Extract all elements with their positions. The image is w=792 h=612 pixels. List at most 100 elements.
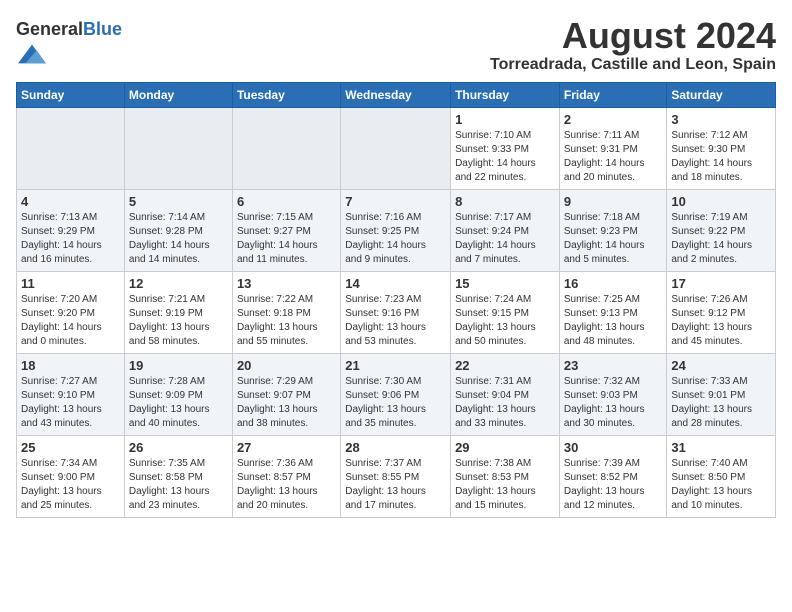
calendar-cell: 9 Sunrise: 7:18 AMSunset: 9:23 PMDaylight… [559, 189, 667, 271]
calendar-cell: 1 Sunrise: 7:10 AMSunset: 9:33 PMDaylight… [451, 107, 560, 189]
day-of-week-header: Monday [124, 82, 232, 107]
logo-blue-text: Blue [83, 19, 122, 39]
day-info: Sunrise: 7:23 AMSunset: 9:16 PMDaylight:… [345, 293, 446, 349]
day-number: 12 [129, 276, 228, 291]
day-number: 22 [455, 358, 555, 373]
calendar-cell: 26Sunrise: 7:35 AMSunset: 8:58 PMDayligh… [124, 435, 232, 517]
calendar-cell: 21Sunrise: 7:30 AMSunset: 9:06 PMDayligh… [341, 353, 451, 435]
calendar-cell: 22 Sunrise: 7:31 AMSunset: 9:04 PMDayligh… [451, 353, 560, 435]
calendar-cell: 23Sunrise: 7:32 AMSunset: 9:03 PMDayligh… [559, 353, 667, 435]
day-info: Sunrise: 7:24 AMSunset: 9:15 PMDaylight:… [455, 293, 555, 349]
calendar-cell [124, 107, 232, 189]
calendar-cell: 16 Sunrise: 7:25 AMSunset: 9:13 PMDayligh… [559, 271, 667, 353]
day-info: Sunrise: 7:19 AMSunset: 9:22 PMDaylight:… [671, 211, 771, 267]
day-number: 19 [129, 358, 228, 373]
day-number: 28 [345, 440, 446, 455]
logo-icon [18, 40, 46, 68]
calendar-cell: 5Sunrise: 7:14 AMSunset: 9:28 PMDaylight… [124, 189, 232, 271]
day-info: Sunrise: 7:28 AMSunset: 9:09 PMDaylight:… [129, 375, 228, 431]
calendar-cell: 10 Sunrise: 7:19 AMSunset: 9:22 PMDayligh… [667, 189, 776, 271]
day-info: Sunrise: 7:12 AMSunset: 9:30 PMDaylight:… [671, 129, 771, 185]
day-info: Sunrise: 7:26 AMSunset: 9:12 PMDaylight:… [671, 293, 771, 349]
calendar-cell [17, 107, 125, 189]
day-number: 5 [129, 194, 228, 209]
calendar-cell [232, 107, 340, 189]
day-number: 17 [671, 276, 771, 291]
day-number: 16 [564, 276, 663, 291]
day-number: 29 [455, 440, 555, 455]
calendar-cell: 30Sunrise: 7:39 AMSunset: 8:52 PMDayligh… [559, 435, 667, 517]
day-number: 9 [564, 194, 663, 209]
day-number: 24 [671, 358, 771, 373]
day-info: Sunrise: 7:22 AMSunset: 9:18 PMDaylight:… [237, 293, 336, 349]
day-number: 20 [237, 358, 336, 373]
calendar-week-row: 25Sunrise: 7:34 AMSunset: 9:00 PMDayligh… [17, 435, 776, 517]
day-number: 10 [671, 194, 771, 209]
day-number: 25 [21, 440, 120, 455]
day-info: Sunrise: 7:29 AMSunset: 9:07 PMDaylight:… [237, 375, 336, 431]
calendar-cell: 19 Sunrise: 7:28 AMSunset: 9:09 PMDayligh… [124, 353, 232, 435]
calendar-cell: 7Sunrise: 7:16 AMSunset: 9:25 PMDaylight… [341, 189, 451, 271]
days-of-week-row: SundayMondayTuesdayWednesdayThursdayFrid… [17, 82, 776, 107]
calendar-cell: 15 Sunrise: 7:24 AMSunset: 9:15 PMDayligh… [451, 271, 560, 353]
day-info: Sunrise: 7:36 AMSunset: 8:57 PMDaylight:… [237, 457, 336, 513]
calendar-cell [341, 107, 451, 189]
calendar-cell: 31Sunrise: 7:40 AMSunset: 8:50 PMDayligh… [667, 435, 776, 517]
day-info: Sunrise: 7:21 AMSunset: 9:19 PMDaylight:… [129, 293, 228, 349]
day-number: 14 [345, 276, 446, 291]
calendar-header: SundayMondayTuesdayWednesdayThursdayFrid… [17, 82, 776, 107]
calendar-cell: 13 Sunrise: 7:22 AMSunset: 9:18 PMDayligh… [232, 271, 340, 353]
day-number: 11 [21, 276, 120, 291]
day-info: Sunrise: 7:33 AMSunset: 9:01 PMDaylight:… [671, 375, 771, 431]
calendar-cell: 29Sunrise: 7:38 AMSunset: 8:53 PMDayligh… [451, 435, 560, 517]
calendar-week-row: 4 Sunrise: 7:13 AMSunset: 9:29 PMDaylight… [17, 189, 776, 271]
calendar-cell: 14 Sunrise: 7:23 AMSunset: 9:16 PMDayligh… [341, 271, 451, 353]
day-info: Sunrise: 7:37 AMSunset: 8:55 PMDaylight:… [345, 457, 446, 513]
calendar-cell: 12 Sunrise: 7:21 AMSunset: 9:19 PMDayligh… [124, 271, 232, 353]
calendar-cell: 17 Sunrise: 7:26 AMSunset: 9:12 PMDayligh… [667, 271, 776, 353]
calendar-cell: 25Sunrise: 7:34 AMSunset: 9:00 PMDayligh… [17, 435, 125, 517]
day-of-week-header: Thursday [451, 82, 560, 107]
day-number: 21 [345, 358, 446, 373]
day-number: 27 [237, 440, 336, 455]
day-number: 1 [455, 112, 555, 127]
calendar-cell: 20 Sunrise: 7:29 AMSunset: 9:07 PMDayligh… [232, 353, 340, 435]
logo: GeneralBlue [16, 20, 122, 73]
day-number: 4 [21, 194, 120, 209]
day-number: 31 [671, 440, 771, 455]
day-info: Sunrise: 7:25 AMSunset: 9:13 PMDaylight:… [564, 293, 663, 349]
calendar-week-row: 11Sunrise: 7:20 AMSunset: 9:20 PMDayligh… [17, 271, 776, 353]
day-number: 7 [345, 194, 446, 209]
day-info: Sunrise: 7:17 AMSunset: 9:24 PMDaylight:… [455, 211, 555, 267]
day-number: 13 [237, 276, 336, 291]
day-of-week-header: Sunday [17, 82, 125, 107]
day-info: Sunrise: 7:10 AMSunset: 9:33 PMDaylight:… [455, 129, 555, 185]
day-number: 3 [671, 112, 771, 127]
location-title: Torreadrada, Castille and Leon, Spain [490, 56, 776, 74]
day-info: Sunrise: 7:32 AMSunset: 9:03 PMDaylight:… [564, 375, 663, 431]
day-info: Sunrise: 7:35 AMSunset: 8:58 PMDaylight:… [129, 457, 228, 513]
day-info: Sunrise: 7:31 AMSunset: 9:04 PMDaylight:… [455, 375, 555, 431]
day-number: 18 [21, 358, 120, 373]
calendar-table: SundayMondayTuesdayWednesdayThursdayFrid… [16, 82, 776, 518]
calendar-cell: 4 Sunrise: 7:13 AMSunset: 9:29 PMDaylight… [17, 189, 125, 271]
day-info: Sunrise: 7:11 AMSunset: 9:31 PMDaylight:… [564, 129, 663, 185]
calendar-cell: 27 Sunrise: 7:36 AMSunset: 8:57 PMDayligh… [232, 435, 340, 517]
day-info: Sunrise: 7:27 AMSunset: 9:10 PMDaylight:… [21, 375, 120, 431]
calendar-cell: 2Sunrise: 7:11 AMSunset: 9:31 PMDaylight… [559, 107, 667, 189]
calendar-cell: 3 Sunrise: 7:12 AMSunset: 9:30 PMDaylight… [667, 107, 776, 189]
calendar-week-row: 18 Sunrise: 7:27 AMSunset: 9:10 PMDayligh… [17, 353, 776, 435]
day-number: 15 [455, 276, 555, 291]
day-info: Sunrise: 7:18 AMSunset: 9:23 PMDaylight:… [564, 211, 663, 267]
calendar-cell: 28 Sunrise: 7:37 AMSunset: 8:55 PMDayligh… [341, 435, 451, 517]
calendar-cell: 8Sunrise: 7:17 AMSunset: 9:24 PMDaylight… [451, 189, 560, 271]
day-of-week-header: Friday [559, 82, 667, 107]
calendar-week-row: 1 Sunrise: 7:10 AMSunset: 9:33 PMDaylight… [17, 107, 776, 189]
day-number: 6 [237, 194, 336, 209]
day-number: 30 [564, 440, 663, 455]
logo-general-text: General [16, 19, 83, 39]
month-year-title: August 2024 [490, 16, 776, 56]
calendar-body: 1 Sunrise: 7:10 AMSunset: 9:33 PMDaylight… [17, 107, 776, 517]
day-info: Sunrise: 7:13 AMSunset: 9:29 PMDaylight:… [21, 211, 120, 267]
day-of-week-header: Saturday [667, 82, 776, 107]
